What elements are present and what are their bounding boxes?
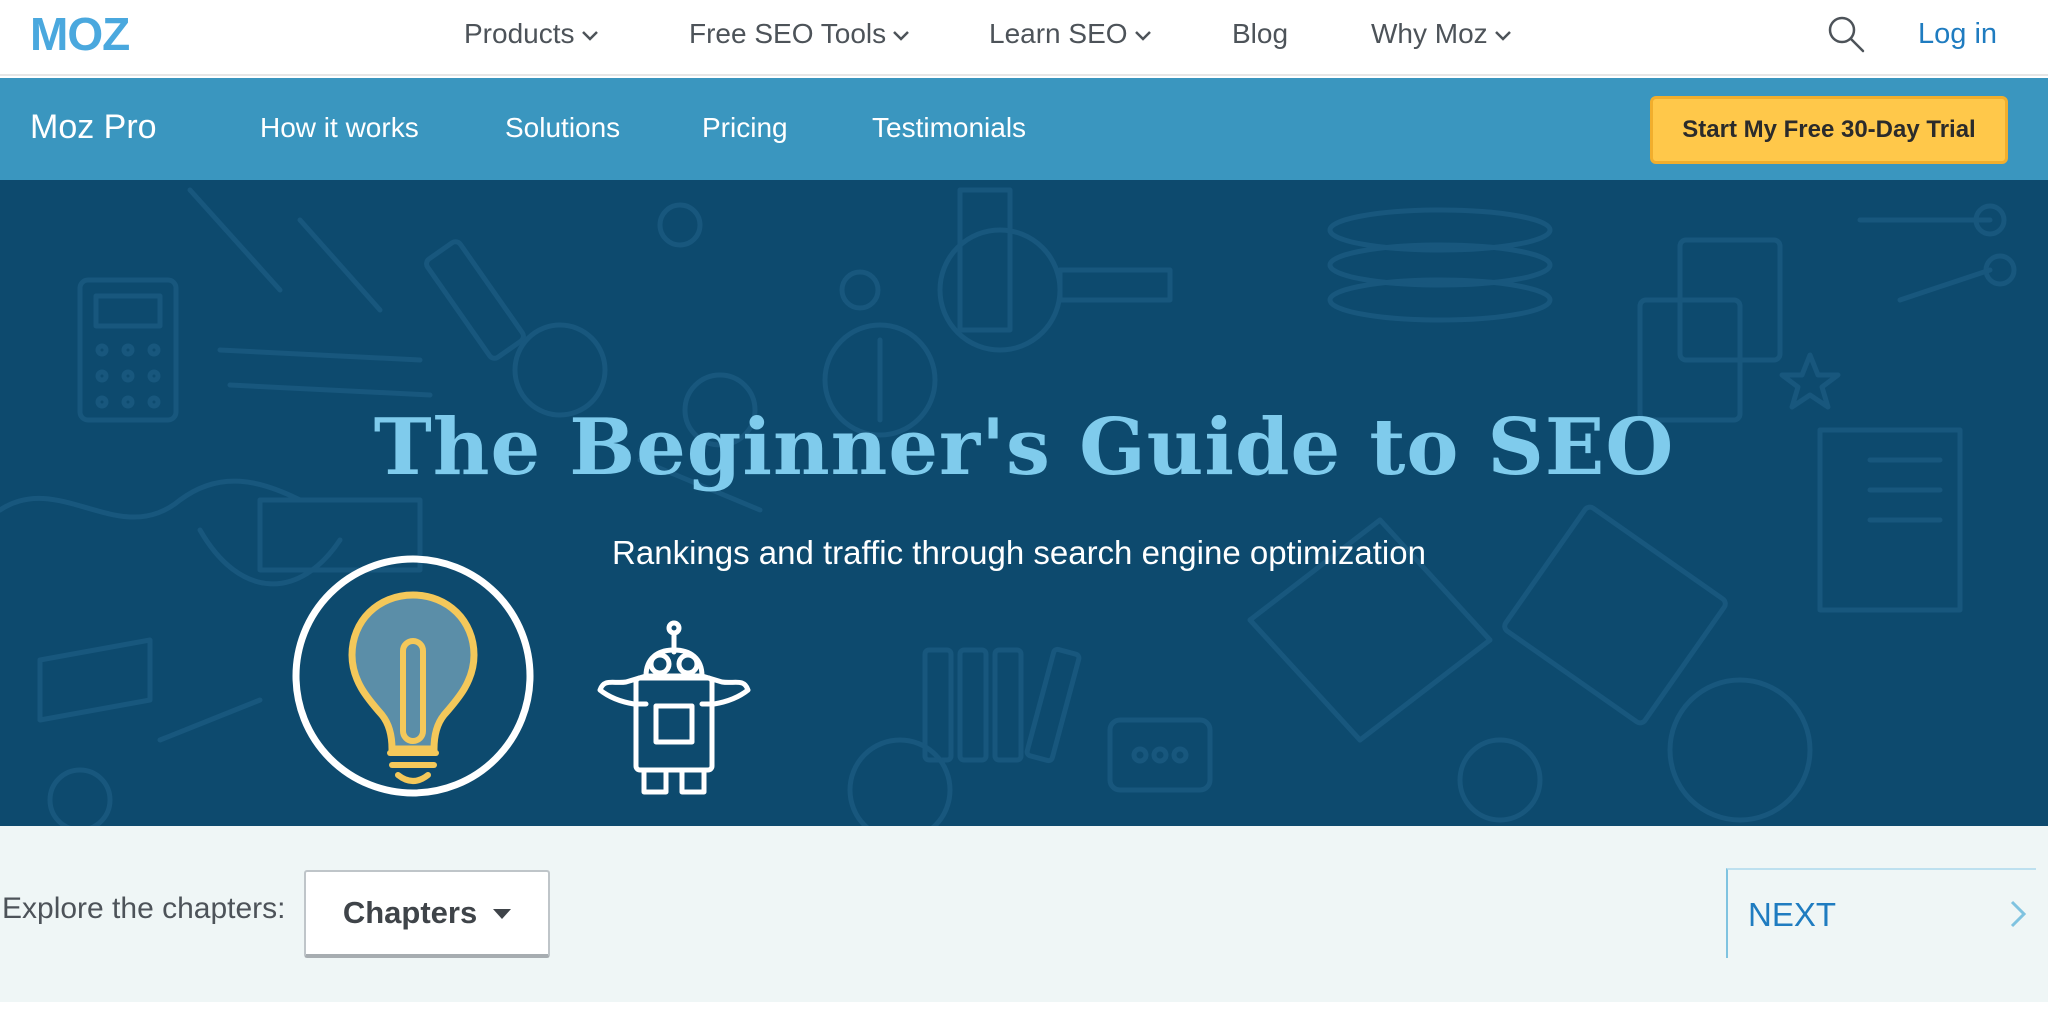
nav-why-moz-label: Why Moz — [1371, 18, 1488, 49]
top-navigation: MOZ Products Free SEO Tools Learn SEO Bl… — [0, 0, 2048, 76]
login-link[interactable]: Log in — [1918, 14, 1997, 54]
search-icon[interactable] — [1826, 14, 1866, 54]
chapters-dropdown[interactable]: Chapters — [304, 870, 550, 958]
chevron-right-icon — [2010, 900, 2027, 928]
nav-free-seo-tools[interactable]: Free SEO Tools — [689, 14, 910, 54]
svg-text:MOZ: MOZ — [30, 14, 129, 52]
caret-down-icon — [493, 909, 512, 919]
nav-products[interactable]: Products — [464, 14, 599, 54]
subnav-solutions[interactable]: Solutions — [505, 112, 620, 144]
chevron-down-icon — [1494, 31, 1511, 41]
chevron-down-icon — [1134, 31, 1151, 41]
chapters-dropdown-label: Chapters — [342, 895, 478, 930]
chevron-down-icon — [581, 31, 598, 41]
explore-chapters-label: Explore the chapters: — [2, 892, 286, 925]
nav-products-label: Products — [464, 18, 575, 49]
hero-banner: The Beginner's Guide to SEO Rankings and… — [0, 180, 2048, 826]
robot-icon — [597, 620, 751, 795]
next-chapter-button[interactable]: NEXT — [1726, 868, 2036, 958]
chapter-navigation-bar: Explore the chapters: Chapters NEXT — [0, 826, 2048, 1002]
chevron-down-icon — [893, 31, 910, 41]
nav-why-moz[interactable]: Why Moz — [1371, 14, 1512, 54]
lightbulb-icon — [292, 555, 534, 797]
subnav-pricing[interactable]: Pricing — [702, 112, 788, 144]
nav-free-seo-tools-label: Free SEO Tools — [689, 18, 887, 49]
moz-logo[interactable]: MOZ — [30, 14, 176, 52]
moz-pro-subnav: Moz Pro How it works Solutions Pricing T… — [0, 78, 2048, 180]
subnav-testimonials[interactable]: Testimonials — [872, 112, 1026, 144]
page-title: The Beginner's Guide to SEO — [373, 402, 1675, 493]
subnav-how-it-works[interactable]: How it works — [260, 112, 419, 144]
subnav-brand[interactable]: Moz Pro — [30, 108, 157, 147]
nav-blog-label: Blog — [1232, 18, 1289, 49]
start-free-trial-button[interactable]: Start My Free 30-Day Trial — [1650, 96, 2008, 164]
nav-learn-seo-label: Learn SEO — [989, 18, 1128, 49]
next-label: NEXT — [1748, 896, 1837, 933]
nav-learn-seo[interactable]: Learn SEO — [989, 14, 1152, 54]
nav-blog[interactable]: Blog — [1232, 14, 1288, 54]
